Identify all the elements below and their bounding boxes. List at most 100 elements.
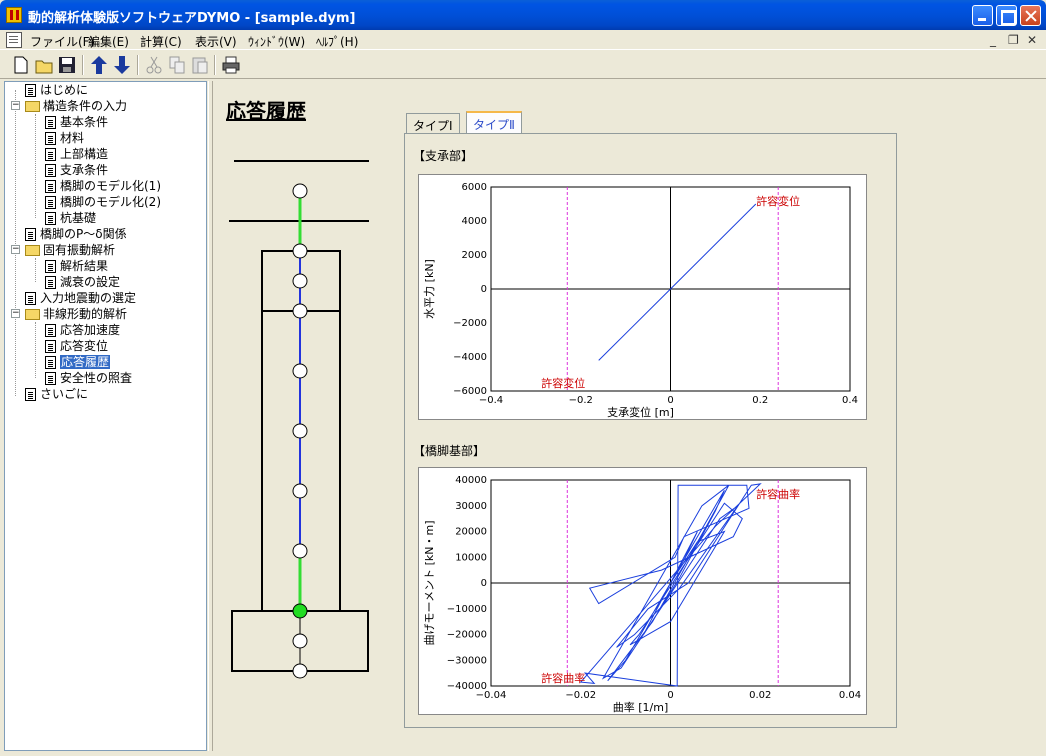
tree-item-ground-motion[interactable]: 入力地震動の選定	[25, 290, 136, 306]
y-tick-label: 30000	[455, 501, 487, 512]
x-axis-label: 支承変位 [m]	[607, 405, 674, 419]
folder-open-icon	[25, 101, 40, 112]
tree-item-pier-model-1[interactable]: 橋脚のモデル化(1)	[45, 178, 161, 194]
folder-open-icon	[25, 245, 40, 256]
tree-item-label: 基本条件	[60, 115, 109, 129]
section-label-bearing: 【支承部】	[413, 149, 474, 163]
tab-type-2[interactable]: タイプⅡ	[466, 111, 522, 134]
folder-open-icon	[25, 309, 40, 320]
mdi-minimize-icon[interactable]: _	[990, 33, 996, 47]
menu-window[interactable]: ｳｨﾝﾄﾞｳ(W)	[248, 33, 305, 50]
node[interactable]	[292, 423, 308, 439]
collapse-icon[interactable]: −	[11, 309, 20, 318]
open-icon[interactable]	[33, 54, 55, 76]
copy-icon[interactable]	[166, 54, 188, 76]
menu-calculate[interactable]: 計算(C)	[140, 33, 182, 50]
tree-item-p-delta[interactable]: 橋脚のP～δ関係	[25, 226, 127, 242]
page-icon	[45, 356, 56, 369]
tree-item-bearing[interactable]: 支承条件	[45, 162, 108, 178]
up-arrow-icon[interactable]	[88, 54, 110, 76]
tree-item-response-disp[interactable]: 応答変位	[45, 338, 108, 354]
tree-item-label: 解析結果	[60, 259, 109, 273]
cut-icon[interactable]	[143, 54, 165, 76]
minimize-button[interactable]	[972, 5, 993, 26]
tree-item-damping[interactable]: 減衰の設定	[45, 274, 120, 290]
close-button[interactable]	[1020, 5, 1041, 26]
node[interactable]	[292, 633, 308, 649]
tree-item-label: 安全性の照査	[60, 371, 133, 385]
document-icon[interactable]	[6, 32, 22, 48]
tree-guide-line	[35, 114, 36, 218]
tree-item-superstructure[interactable]: 上部構造	[45, 146, 108, 162]
tab-type-1[interactable]: タイプⅠ	[406, 113, 460, 134]
bearing-chart: −0.4 −0.2 0 0.2 0.46000400020000−2000−4000−6…	[423, 182, 858, 419]
x-axis-label: 曲率 [1/m]	[613, 700, 669, 714]
tree-item-eigen[interactable]: 固有振動解析	[25, 242, 115, 258]
node[interactable]	[292, 363, 308, 379]
y-tick-label: 0	[481, 578, 487, 589]
tree-item-material[interactable]: 材料	[45, 130, 84, 146]
tree-item-response-acc[interactable]: 応答加速度	[45, 322, 120, 338]
down-arrow-icon[interactable]	[111, 54, 133, 76]
page-icon	[25, 84, 36, 97]
page-icon	[25, 388, 36, 401]
toolbar	[0, 51, 1046, 79]
new-icon[interactable]	[10, 54, 32, 76]
x-tick-label: −0.02	[565, 690, 596, 701]
collapse-icon[interactable]: −	[11, 245, 20, 254]
menu-file[interactable]: ファイル(F)	[30, 33, 94, 50]
x-tick-label: 0	[667, 690, 673, 701]
tree-item-pile[interactable]: 杭基礎	[45, 210, 96, 226]
mdi-close-icon[interactable]: ✕	[1027, 33, 1037, 47]
tree-item-label: 応答加速度	[60, 323, 121, 337]
tree-item-eigen-result[interactable]: 解析結果	[45, 258, 108, 274]
y-axis-label: 曲げモーメント [kN・m]	[423, 521, 436, 646]
x-tick-label: 0	[667, 395, 673, 406]
allowable-annotation-left: 許容曲率	[541, 671, 585, 685]
page-icon	[45, 324, 56, 337]
tree-item-label: 構造条件の入力	[43, 99, 128, 113]
tree-item-structure-input[interactable]: 構造条件の入力	[25, 98, 127, 114]
pier-base-chart-box: −0.04 −0.02 0 0.02 0.04 40000 30000 20000 10000 0…	[418, 467, 867, 715]
mdi-restore-icon[interactable]: ❐	[1008, 33, 1019, 47]
structure-model-diagram	[229, 160, 369, 679]
tree-item-pier-model-2[interactable]: 橋脚のモデル化(2)	[45, 194, 161, 210]
node[interactable]	[292, 273, 308, 289]
node[interactable]	[292, 483, 308, 499]
tree-item-nonlinear[interactable]: 非線形動的解析	[25, 306, 127, 322]
tree-item-label: 上部構造	[60, 147, 109, 161]
node[interactable]	[292, 663, 308, 679]
collapse-icon[interactable]: −	[11, 101, 20, 110]
panel-splitter[interactable]	[208, 81, 213, 751]
tree-item-response-history[interactable]: 応答履歴	[45, 354, 111, 370]
tree-item-intro[interactable]: はじめに	[9, 82, 88, 98]
tree-item-label: 杭基礎	[60, 211, 97, 225]
menu-edit[interactable]: 編集(E)	[88, 33, 129, 50]
menu-help[interactable]: ﾍﾙﾌﾟ(H)	[316, 33, 358, 50]
menu-view[interactable]: 表示(V)	[195, 33, 237, 50]
y-tick-label: −20000	[447, 630, 487, 641]
section-label-pier-base: 【橋脚基部】	[413, 444, 486, 458]
paste-icon[interactable]	[189, 54, 211, 76]
node[interactable]	[292, 183, 308, 199]
x-tick-label: 0.4	[842, 395, 858, 406]
y-tick-label: −40000	[447, 681, 487, 692]
node[interactable]	[292, 243, 308, 259]
tree-item-basic[interactable]: 基本条件	[45, 114, 108, 130]
node[interactable]	[292, 303, 308, 319]
node-active[interactable]	[292, 603, 308, 619]
print-icon[interactable]	[220, 54, 242, 76]
x-tick-label: 0.2	[752, 395, 768, 406]
tree-item-label: 固有振動解析	[43, 243, 116, 257]
y-tick-label: −4000	[453, 352, 487, 363]
window-title: 動的解析体験版ソフトウェアDYMO - [sample.dym]	[28, 11, 356, 26]
page-icon	[45, 260, 56, 273]
page-icon	[45, 212, 56, 225]
save-icon[interactable]	[56, 54, 78, 76]
maximize-button[interactable]	[996, 5, 1017, 26]
tree-item-end[interactable]: さいごに	[25, 386, 88, 402]
page-icon	[45, 340, 56, 353]
app-icon[interactable]	[6, 7, 22, 23]
node[interactable]	[292, 543, 308, 559]
tree-item-safety[interactable]: 安全性の照査	[45, 370, 132, 386]
